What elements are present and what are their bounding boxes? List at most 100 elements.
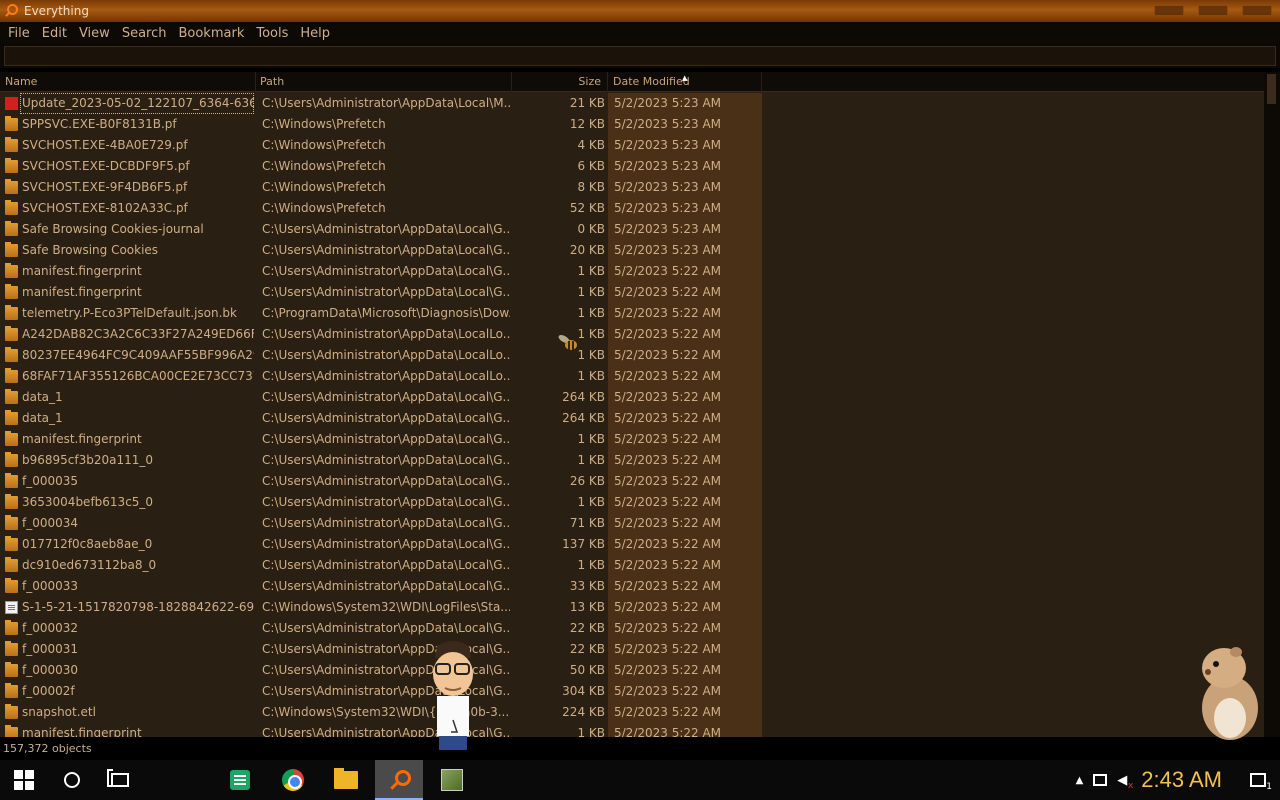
file-name-cell: SVCHOST.EXE-4BA0E729.pf [22, 138, 188, 152]
table-row[interactable]: f_00002f C:\Users\Administrator\AppData\L… [0, 681, 1264, 702]
table-row[interactable]: f_000033 C:\Users\Administrator\AppData\L… [0, 576, 1264, 597]
menu-edit[interactable]: Edit [36, 26, 73, 41]
taskbar-file-explorer[interactable] [322, 760, 370, 800]
table-row[interactable]: f_000034 C:\Users\Administrator\AppData\L… [0, 513, 1264, 534]
date-modified-cell: 5/2/2023 5:22 AM [614, 558, 722, 572]
scrollbar-thumb[interactable] [1267, 74, 1276, 104]
menu-tools[interactable]: Tools [250, 26, 294, 41]
file-path-cell: C:\Users\Administrator\AppData\Local\G..… [262, 474, 510, 488]
hank-hill-buddy-icon [433, 641, 473, 750]
table-row[interactable]: SVCHOST.EXE-8102A33C.pf C:\Windows\Prefet… [0, 198, 1264, 219]
table-row[interactable]: SVCHOST.EXE-DCBDF9F5.pf C:\Windows\Prefet… [0, 156, 1264, 177]
table-row[interactable]: snapshot.etl C:\Windows\System32\WDI\{86.… [0, 702, 1264, 723]
taskbar-clock[interactable]: 2:43 AM [1141, 767, 1222, 793]
results-list[interactable]: Name Path Size Date Modified ▲ Update_20… [0, 72, 1264, 737]
vertical-scrollbar[interactable] [1264, 72, 1280, 737]
cortana-icon [64, 772, 80, 788]
menu-file[interactable]: File [2, 26, 36, 41]
task-view-icon [107, 769, 129, 787]
file-path-cell: C:\Users\Administrator\AppData\Local\G..… [262, 537, 510, 551]
file-path-cell: C:\Users\Administrator\AppData\LocalLo..… [262, 348, 510, 362]
taskbar-sheets[interactable] [216, 760, 264, 800]
file-path-cell: C:\Users\Administrator\AppData\Local\M..… [262, 96, 510, 110]
table-row[interactable]: telemetry.P-Eco3PTelDefault.json.bk C:\Pr… [0, 303, 1264, 324]
table-row[interactable]: 017712f0c8aeb8ae_0 C:\Users\Administrator… [0, 534, 1264, 555]
column-header-path[interactable]: Path [256, 72, 512, 92]
table-row[interactable]: data_1 C:\Users\Administrator\AppData\Loc… [0, 408, 1264, 429]
table-row[interactable]: SVCHOST.EXE-4BA0E729.pf C:\Windows\Prefet… [0, 135, 1264, 156]
folder-icon [5, 683, 18, 698]
file-size-cell: 264 KB [562, 390, 605, 404]
hamster-buddy-icon [1202, 647, 1258, 740]
network-icon[interactable] [1093, 774, 1108, 786]
file-size-cell: 1 KB [577, 306, 605, 320]
volume-muted-icon[interactable]: ◀ [1117, 773, 1133, 791]
date-modified-cell: 5/2/2023 5:22 AM [614, 663, 722, 677]
file-name-cell: f_00002f [22, 684, 75, 698]
column-header-date-modified[interactable]: Date Modified ▲ [608, 72, 762, 92]
table-row[interactable]: f_000030 C:\Users\Administrator\AppData\L… [0, 660, 1264, 681]
taskbar-everything[interactable] [375, 760, 423, 800]
file-path-cell: C:\Users\Administrator\AppData\LocalLo..… [262, 327, 510, 341]
table-row[interactable]: 80237EE4964FC9C409AAF55BF996A29... C:\Use… [0, 345, 1264, 366]
file-name-cell: dc910ed673112ba8_0 [22, 558, 157, 572]
file-name-cell: A242DAB82C3A2C6C33F27A249ED66F... [22, 327, 254, 341]
table-row[interactable]: SPPSVC.EXE-B0F8131B.pf C:\Windows\Prefetc… [0, 114, 1264, 135]
file-path-cell: C:\Users\Administrator\AppData\Local\G..… [262, 579, 510, 593]
file-path-cell: C:\Users\Administrator\AppData\Local\G..… [262, 411, 510, 425]
menu-bookmark[interactable]: Bookmark [172, 26, 250, 41]
taskbar-chrome[interactable] [269, 760, 317, 800]
table-row[interactable]: manifest.fingerprint C:\Users\Administrat… [0, 261, 1264, 282]
file-size-cell: 1 KB [577, 432, 605, 446]
table-row[interactable]: manifest.fingerprint C:\Users\Administrat… [0, 282, 1264, 303]
table-row[interactable]: f_000032 C:\Users\Administrator\AppData\L… [0, 618, 1264, 639]
file-size-cell: 264 KB [562, 411, 605, 425]
folder-icon [5, 179, 18, 194]
table-row[interactable]: Update_2023-05-02_122107_6364-636... C:\U… [0, 93, 1264, 114]
table-row[interactable]: Safe Browsing Cookies C:\Users\Administra… [0, 240, 1264, 261]
table-row[interactable]: 68FAF71AF355126BCA00CE2E73CC737... C:\Use… [0, 366, 1264, 387]
minimize-button[interactable] [1154, 5, 1184, 16]
table-row[interactable]: dc910ed673112ba8_0 C:\Users\Administrator… [0, 555, 1264, 576]
file-size-cell: 21 KB [569, 96, 605, 110]
date-modified-cell: 5/2/2023 5:22 AM [614, 264, 722, 278]
notification-center-icon[interactable]: 1 [1250, 773, 1272, 792]
file-name-cell: f_000034 [22, 516, 79, 530]
table-row[interactable]: Safe Browsing Cookies-journal C:\Users\Ad… [0, 219, 1264, 240]
menu-view[interactable]: View [73, 26, 116, 41]
taskbar-bonzi[interactable] [428, 760, 476, 800]
cortana-button[interactable] [48, 760, 96, 800]
show-hidden-icons-icon[interactable]: ▲ [1076, 775, 1084, 786]
close-button[interactable] [1242, 5, 1272, 16]
menu-search[interactable]: Search [116, 26, 173, 41]
table-row[interactable]: manifest.fingerprint C:\Users\Administrat… [0, 429, 1264, 450]
file-size-cell: 22 KB [569, 642, 605, 656]
table-row[interactable]: S-1-5-21-1517820798-1828842622-698... C:\… [0, 597, 1264, 618]
folder-icon [5, 137, 18, 152]
start-button[interactable] [0, 760, 48, 800]
table-row[interactable]: f_000031 C:\Users\Administrator\AppData\L… [0, 639, 1264, 660]
maximize-button[interactable] [1198, 5, 1228, 16]
table-row[interactable]: 3653004befb613c5_0 C:\Users\Administrator… [0, 492, 1264, 513]
table-row[interactable]: b96895cf3b20a111_0 C:\Users\Administrator… [0, 450, 1264, 471]
table-row[interactable]: A242DAB82C3A2C6C33F27A249ED66F... C:\User… [0, 324, 1264, 345]
menu-help[interactable]: Help [294, 26, 336, 41]
file-name-cell: 80237EE4964FC9C409AAF55BF996A29... [22, 348, 254, 362]
file-name-cell: SVCHOST.EXE-DCBDF9F5.pf [22, 159, 190, 173]
file-path-cell: C:\Windows\Prefetch [262, 159, 386, 173]
table-row[interactable]: SVCHOST.EXE-9F4DB6F5.pf C:\Windows\Prefet… [0, 177, 1264, 198]
date-modified-cell: 5/2/2023 5:23 AM [614, 96, 722, 110]
file-path-cell: C:\Users\Administrator\AppData\Local\G..… [262, 558, 510, 572]
search-input[interactable] [4, 46, 1276, 66]
task-view-button[interactable] [96, 760, 144, 800]
table-row[interactable]: f_000035 C:\Users\Administrator\AppData\L… [0, 471, 1264, 492]
column-header-name[interactable]: Name [0, 72, 256, 92]
file-size-cell: 0 KB [577, 222, 605, 236]
table-row[interactable]: data_1 C:\Users\Administrator\AppData\Loc… [0, 387, 1264, 408]
file-name-cell: manifest.fingerprint [22, 726, 142, 737]
file-size-cell: 6 KB [577, 159, 605, 173]
red-file-icon [5, 97, 18, 110]
column-header-size[interactable]: Size [512, 72, 608, 92]
title-bar[interactable]: Everything [0, 0, 1280, 22]
table-row[interactable]: manifest.fingerprint C:\Users\Administrat… [0, 723, 1264, 737]
